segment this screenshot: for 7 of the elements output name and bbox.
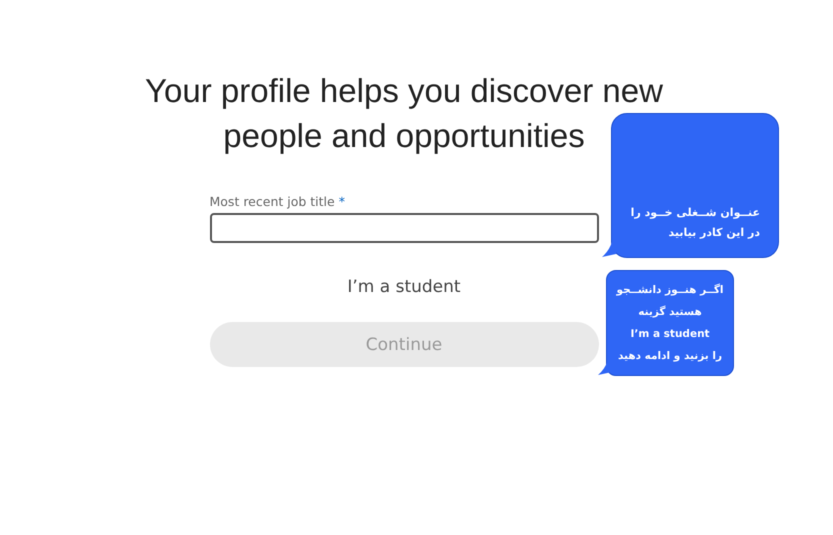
callout-bubble: اگــر هنــوز دانشــجو هستید گزینه I’m a student را بزنید و ادامه دهید	[606, 270, 734, 376]
callout-tail-icon	[596, 360, 612, 376]
student-link[interactable]: I’m a student	[339, 273, 469, 301]
callout-tail-icon	[600, 242, 616, 258]
job-title-input[interactable]	[210, 213, 598, 243]
callout-bubble: عنــوان شــغلی خــود را در این کادر بیابید	[611, 113, 779, 258]
field-label: Most recent job title *	[210, 194, 345, 209]
